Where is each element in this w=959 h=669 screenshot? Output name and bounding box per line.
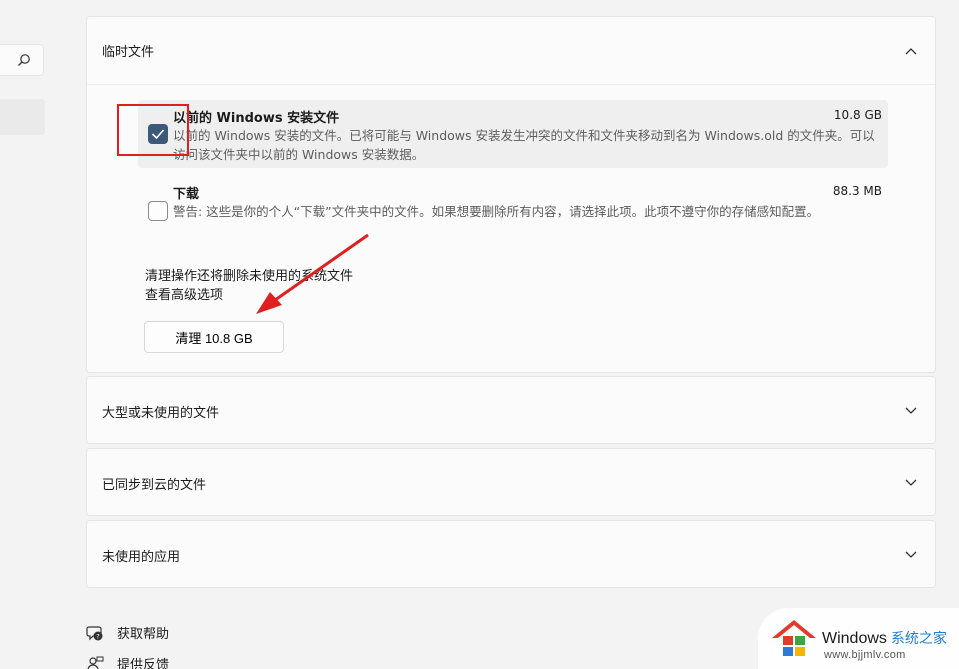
watermark-suffix: 系统之家 bbox=[890, 630, 947, 646]
house-logo-icon bbox=[772, 620, 816, 656]
chevron-down-icon[interactable] bbox=[905, 479, 917, 487]
temp-files-card: 临时文件 以前的 Windows 安装文件 10.8 GB 以前的 Window… bbox=[86, 16, 936, 373]
downloads-size: 88.3 MB bbox=[832, 184, 882, 198]
annotation-arrow bbox=[256, 233, 369, 314]
watermark-url: www.bjjmlv.com bbox=[824, 649, 906, 661]
help-icon: ? bbox=[86, 625, 103, 640]
cloud-synced-files-title: 已同步到云的文件 bbox=[102, 477, 207, 493]
feedback-icon bbox=[87, 656, 104, 669]
list-item-previous-windows[interactable]: 以前的 Windows 安装文件 10.8 GB 以前的 Windows 安装的… bbox=[138, 100, 888, 168]
clean-button[interactable]: 清理 10.8 GB bbox=[144, 321, 284, 353]
advanced-options-link[interactable]: 查看高级选项 bbox=[145, 284, 223, 303]
unused-apps-card[interactable]: 未使用的应用 bbox=[86, 520, 936, 588]
sidebar-selected-item[interactable] bbox=[0, 99, 45, 135]
large-unused-files-card[interactable]: 大型或未使用的文件 bbox=[86, 376, 936, 444]
search-icon bbox=[18, 54, 30, 66]
chevron-down-icon[interactable] bbox=[905, 551, 917, 559]
get-help-label: 获取帮助 bbox=[117, 627, 170, 642]
get-help-link[interactable]: ? 获取帮助 bbox=[86, 623, 169, 642]
downloads-checkbox[interactable] bbox=[148, 201, 168, 221]
temp-files-title: 临时文件 bbox=[102, 45, 155, 60]
svg-text:?: ? bbox=[96, 632, 99, 640]
chevron-down-icon[interactable] bbox=[905, 407, 917, 415]
watermark: Windows 系统之家 www.bjjmlv.com bbox=[758, 608, 959, 669]
checkmark-icon bbox=[151, 129, 165, 140]
previous-windows-desc: 以前的 Windows 安装的文件。已将可能与 Windows 安装发生冲突的文… bbox=[173, 128, 875, 162]
downloads-title: 下载 bbox=[173, 187, 200, 202]
cloud-synced-files-card[interactable]: 已同步到云的文件 bbox=[86, 448, 936, 516]
chevron-up-icon[interactable] bbox=[905, 47, 917, 55]
unused-apps-title: 未使用的应用 bbox=[102, 549, 181, 565]
previous-windows-size: 10.8 GB bbox=[833, 108, 882, 122]
search-box[interactable] bbox=[0, 44, 44, 76]
give-feedback-label: 提供反馈 bbox=[117, 658, 170, 669]
watermark-title: Windows 系统之家 bbox=[822, 628, 947, 648]
watermark-brand: Windows bbox=[822, 630, 887, 647]
previous-windows-checkbox[interactable] bbox=[148, 124, 168, 144]
temp-files-header[interactable]: 临时文件 bbox=[87, 17, 935, 85]
downloads-desc: 警告: 这些是你的个人“下载”文件夹中的文件。如果想要删除所有内容，请选择此项。… bbox=[173, 204, 820, 219]
large-unused-files-title: 大型或未使用的文件 bbox=[102, 405, 220, 421]
give-feedback-link[interactable]: 提供反馈 bbox=[86, 654, 169, 669]
previous-windows-title: 以前的 Windows 安装文件 bbox=[173, 111, 340, 126]
